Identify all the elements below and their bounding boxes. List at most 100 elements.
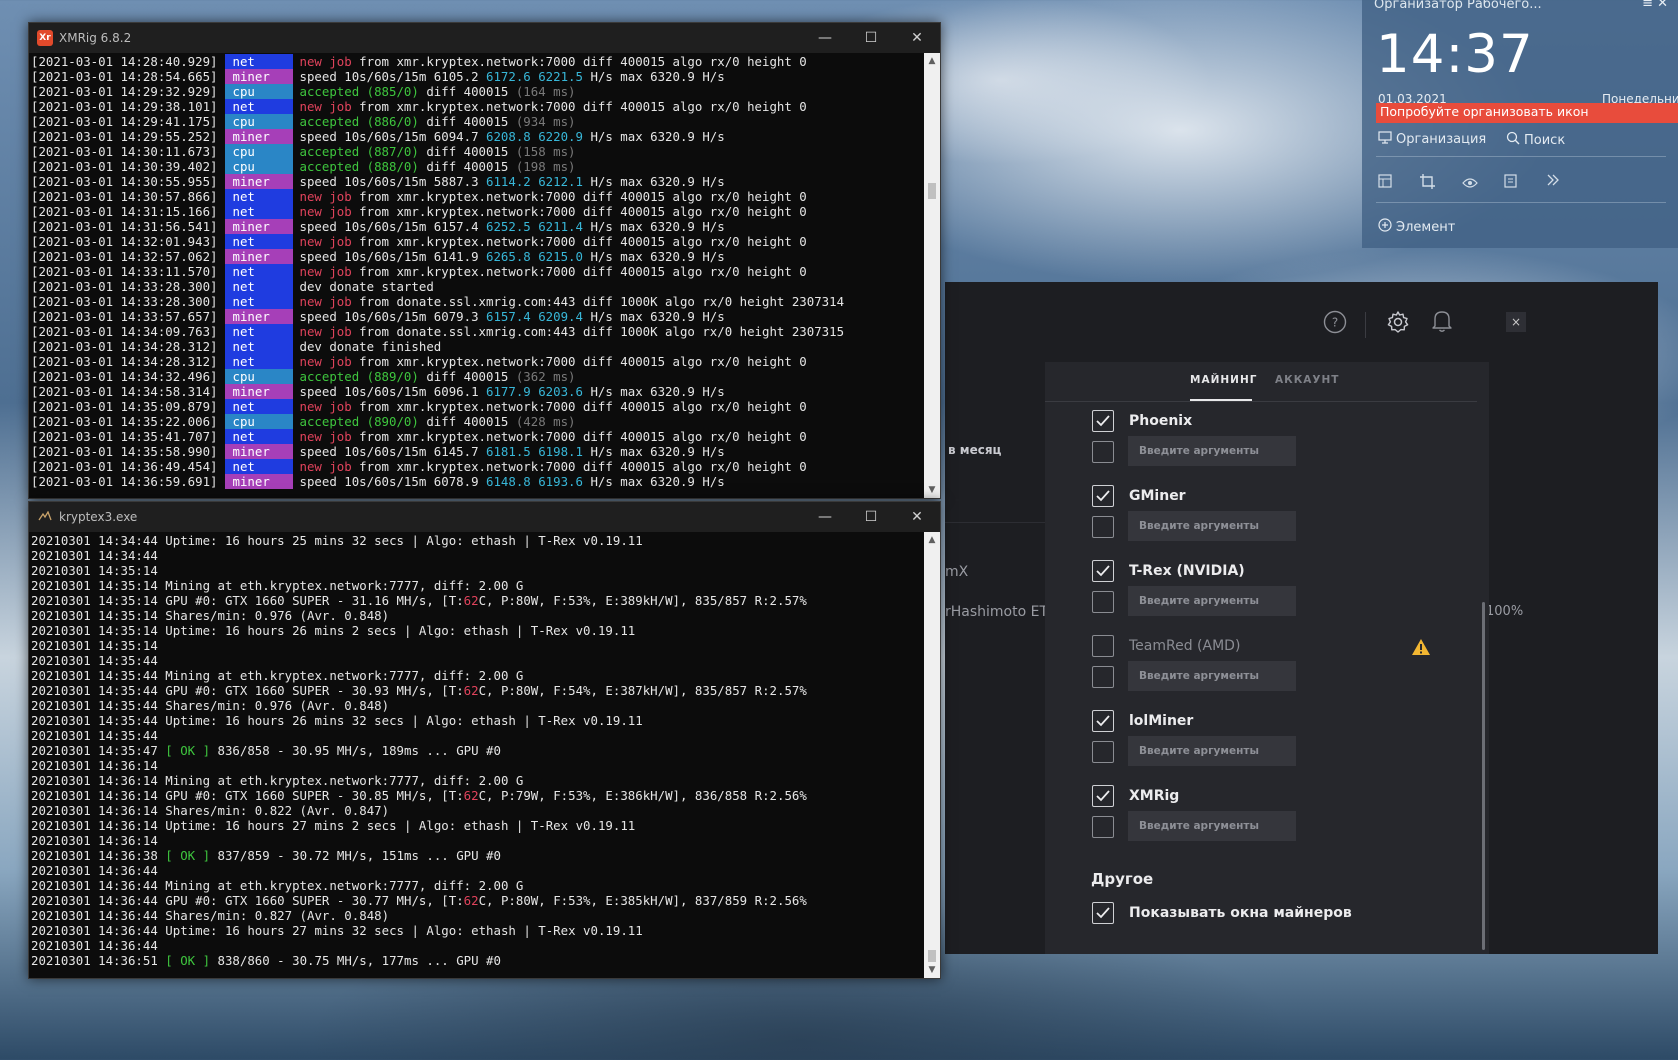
close-icon[interactable]: ✕ [894, 23, 940, 53]
log-message: speed 10s/60s/15m 6105.2 6172.6 6221.5 H… [299, 69, 725, 84]
log-speed: 6114.2 6212.1 [486, 174, 583, 189]
miner-args-input[interactable]: Введите аргументы [1128, 436, 1296, 466]
xmrig-titlebar[interactable]: Xr XMRig 6.8.2 — ☐ ✕ [29, 23, 940, 53]
log-text: 20210301 14:36:44 [31, 863, 158, 878]
window-title: XMRig 6.8.2 [59, 31, 132, 45]
chevron-right-double-icon[interactable] [1546, 172, 1560, 192]
log-line: [2021-03-01 14:28:54.665] miner speed 10s/… [31, 69, 924, 84]
miner-args-input[interactable]: Введите аргументы [1128, 661, 1296, 691]
log-text: 20210301 14:34:44 [31, 548, 158, 563]
minimize-icon[interactable]: — [802, 502, 848, 532]
miner-args-checkbox[interactable] [1092, 441, 1114, 463]
log-timestamp: [2021-03-01 14:28:40.929] [31, 54, 218, 69]
log-speed: 6252.5 6211.4 [486, 219, 583, 234]
log-line: [2021-03-01 14:35:41.707] net new job from… [31, 429, 924, 444]
log-message: new job from xmr.kryptex.network:7000 di… [299, 99, 807, 114]
log-line: 20210301 14:36:44 Mining at eth.kryptex.… [31, 878, 924, 893]
fences-element-label: Элемент [1396, 219, 1456, 235]
scroll-down-arrow-icon[interactable]: ▼ [924, 482, 940, 498]
log-line: 20210301 14:36:44 GPU #0: GTX 1660 SUPER… [31, 893, 924, 908]
fences-widget[interactable]: Организатор Рабочего... ≡ ✕ 14:37 01.03.… [1362, 0, 1678, 248]
log-line: [2021-03-01 14:34:58.314] miner speed 10s/… [31, 384, 924, 399]
crop-icon[interactable] [1420, 174, 1435, 193]
tab-account[interactable]: АККАУНТ [1275, 374, 1339, 386]
log-text: 838/860 - 30.75 MH/s, 177ms ... GPU #0 [210, 953, 501, 968]
scroll-down-arrow-icon[interactable]: ▼ [924, 962, 940, 978]
scroll-thumb[interactable] [928, 950, 936, 962]
xmrig-scrollbar[interactable]: ▲ ▼ [924, 53, 940, 498]
log-line: [2021-03-01 14:33:11.570] net new job from… [31, 264, 924, 279]
log-message: new job from donate.ssl.xmrig.com:443 di… [299, 324, 845, 339]
log-temp: 62 [463, 893, 479, 908]
settings-panel: МАЙНИНГ АККАУНТ Phoenix Введите аргументы… [1045, 362, 1489, 954]
fences-menu-icon[interactable]: ≡ ✕ [1642, 0, 1668, 11]
log-line: 20210301 14:36:14 GPU #0: GTX 1660 SUPER… [31, 788, 924, 803]
log-accepted: accepted (889/0) [299, 369, 419, 384]
fences-organize-button[interactable]: Организация [1378, 131, 1486, 148]
settings-scrollbar[interactable] [1482, 602, 1485, 950]
monthly-label: в месяц [948, 443, 1002, 457]
miner-enable-checkbox[interactable] [1092, 785, 1114, 807]
log-message: speed 10s/60s/15m 5887.3 6114.2 6212.1 H… [299, 174, 725, 189]
log-line: 20210301 14:36:51 [ OK ] 838/860 - 30.75… [31, 953, 924, 968]
log-latency: (934 ms) [515, 114, 576, 129]
miner-enable-checkbox[interactable] [1092, 710, 1114, 732]
close-icon[interactable]: ✕ [894, 502, 940, 532]
log-text: C, P:79W, F:53%, E:386kH/W], 836/858 R:2… [478, 788, 807, 803]
fences-add-element-button[interactable]: Элемент [1378, 218, 1455, 236]
miner-enable-checkbox[interactable] [1092, 410, 1114, 432]
log-line: 20210301 14:36:14 Uptime: 16 hours 27 mi… [31, 818, 924, 833]
log-text: 20210301 14:35:44 Uptime: 16 hours 26 mi… [31, 713, 643, 728]
miner-args-input[interactable]: Введите аргументы [1128, 736, 1296, 766]
scroll-up-arrow-icon[interactable]: ▲ [924, 53, 940, 69]
log-line: 20210301 14:35:44 Uptime: 16 hours 26 mi… [31, 713, 924, 728]
miner-args-input[interactable]: Введите аргументы [1128, 811, 1296, 841]
fences-header[interactable]: Организатор Рабочего... [1374, 0, 1542, 12]
trex-titlebar[interactable]: kryptex3.exe — ☐ ✕ [29, 502, 940, 532]
miner-args-checkbox[interactable] [1092, 816, 1114, 838]
warning-icon[interactable] [1411, 638, 1431, 656]
trex-scrollbar[interactable]: ▲ ▼ [924, 532, 940, 978]
fences-clock: 14:37 [1376, 24, 1534, 85]
maximize-icon[interactable]: ☐ [848, 502, 894, 532]
log-newjob: new job [299, 354, 352, 369]
log-timestamp: [2021-03-01 14:35:09.879] [31, 399, 218, 414]
miner-args-checkbox[interactable] [1092, 741, 1114, 763]
miner-args-checkbox[interactable] [1092, 516, 1114, 538]
log-line: [2021-03-01 14:30:57.866] net new job from… [31, 189, 924, 204]
log-tag: miner [224, 444, 293, 459]
miner-args-input[interactable]: Введите аргументы [1128, 511, 1296, 541]
miner-args-checkbox[interactable] [1092, 666, 1114, 688]
fences-search-button[interactable]: Поиск [1506, 131, 1565, 149]
miner-enable-checkbox[interactable] [1092, 560, 1114, 582]
scroll-thumb[interactable] [928, 183, 936, 199]
fences-layout-icon[interactable] [1378, 174, 1392, 192]
log-timestamp: [2021-03-01 14:30:11.673] [31, 144, 218, 159]
miner-enable-checkbox[interactable] [1092, 635, 1114, 657]
log-newjob: new job [299, 234, 352, 249]
log-message: dev donate finished [299, 339, 442, 354]
minimize-icon[interactable]: — [802, 23, 848, 53]
fences-banner[interactable]: Попробуйте организовать икон [1376, 103, 1678, 123]
close-icon[interactable]: × [1506, 312, 1526, 332]
help-icon[interactable]: ? [1322, 309, 1348, 335]
maximize-icon[interactable]: ☐ [848, 23, 894, 53]
log-timestamp: [2021-03-01 14:35:58.990] [31, 444, 218, 459]
miner-name: GMiner [1129, 488, 1186, 504]
miner-args-checkbox[interactable] [1092, 591, 1114, 613]
log-line: [2021-03-01 14:30:11.673] cpu accepted (88… [31, 144, 924, 159]
log-tag: net [224, 54, 293, 69]
scroll-up-arrow-icon[interactable]: ▲ [924, 532, 940, 548]
show-windows-checkbox[interactable] [1092, 902, 1114, 924]
edit-icon[interactable] [1504, 174, 1518, 192]
tab-mining[interactable]: МАЙНИНГ [1190, 374, 1257, 386]
eye-icon[interactable] [1462, 175, 1478, 193]
log-tag: net [224, 204, 293, 219]
settings-gear-icon[interactable] [1385, 309, 1411, 335]
bell-icon[interactable] [1429, 308, 1455, 334]
miner-args-input[interactable]: Введите аргументы [1128, 586, 1296, 616]
log-timestamp: [2021-03-01 14:34:28.312] [31, 354, 218, 369]
miner-enable-checkbox[interactable] [1092, 485, 1114, 507]
log-text: 20210301 14:36:38 [31, 848, 166, 863]
log-ok: [ OK ] [165, 953, 211, 968]
